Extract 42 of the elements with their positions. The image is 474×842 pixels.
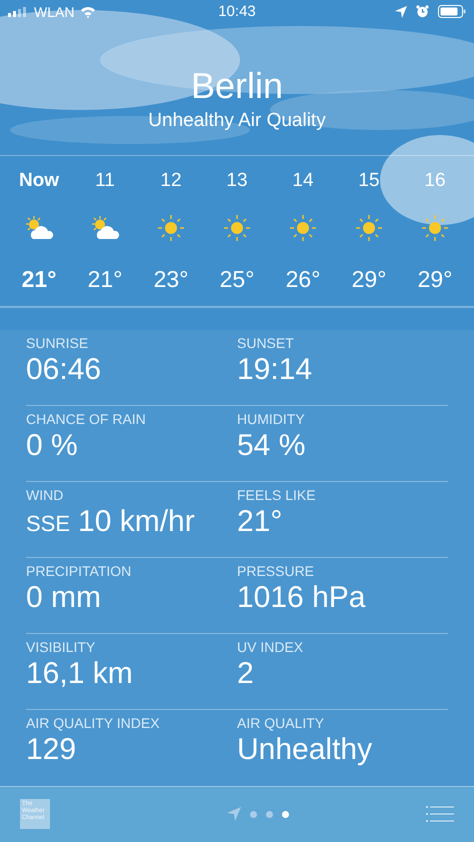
hour-temperature: 21° [88,266,122,293]
detail-value: 1016 hPa [237,580,366,616]
hour-temperature: 23° [154,266,188,293]
hour-label: 12 [160,168,182,193]
detail-label: VISIBILITY [26,638,96,655]
detail-value: 16,1 km [26,656,133,692]
detail-label: CHANCE OF RAIN [26,410,147,427]
hour-temperature: 26° [286,266,320,293]
detail-value: Unhealthy [237,732,372,768]
hour-temperature: 21° [22,266,56,293]
hour-label: Now [18,168,60,193]
hour-label: 13 [226,168,248,193]
detail-value: 21° [237,504,282,540]
detail-label: HUMIDITY [237,410,306,427]
detail-label: SUNSET [237,334,295,351]
detail-label: UV INDEX [237,638,304,655]
wind-direction: SSE [26,510,70,537]
hour-temperature: 25° [220,266,254,293]
detail-value: 2 [237,656,254,692]
detail-value: 0 mm [26,580,101,616]
hour-label: 16 [424,168,446,193]
detail-label: SUNRISE [26,334,90,351]
detail-label: AIR QUALITY [237,714,326,731]
detail-label: WIND [26,486,64,503]
condition-text: Unhealthy Air Quality [148,110,326,132]
detail-value: 0 % [26,428,78,464]
detail-label: FEELS LIKE [237,486,317,503]
detail-label: PRECIPITATION [26,562,132,579]
hour-temperature: 29° [418,266,452,293]
city-name: Berlin [190,66,284,106]
clock-time: 10:43 [218,3,256,20]
detail-value: 06:46 [26,352,102,388]
hour-label: 15 [358,168,380,193]
hour-label: 11 [95,168,115,193]
detail-value: 10 km/hr [78,504,195,540]
detail-value: 129 [26,732,76,768]
detail-label: PRESSURE [237,562,316,579]
hour-label: 14 [292,168,314,193]
detail-value: 54 % [237,428,306,464]
detail-label: AIR QUALITY INDEX [26,714,161,731]
hour-temperature: 29° [352,266,386,293]
detail-value: 19:14 [237,352,312,388]
